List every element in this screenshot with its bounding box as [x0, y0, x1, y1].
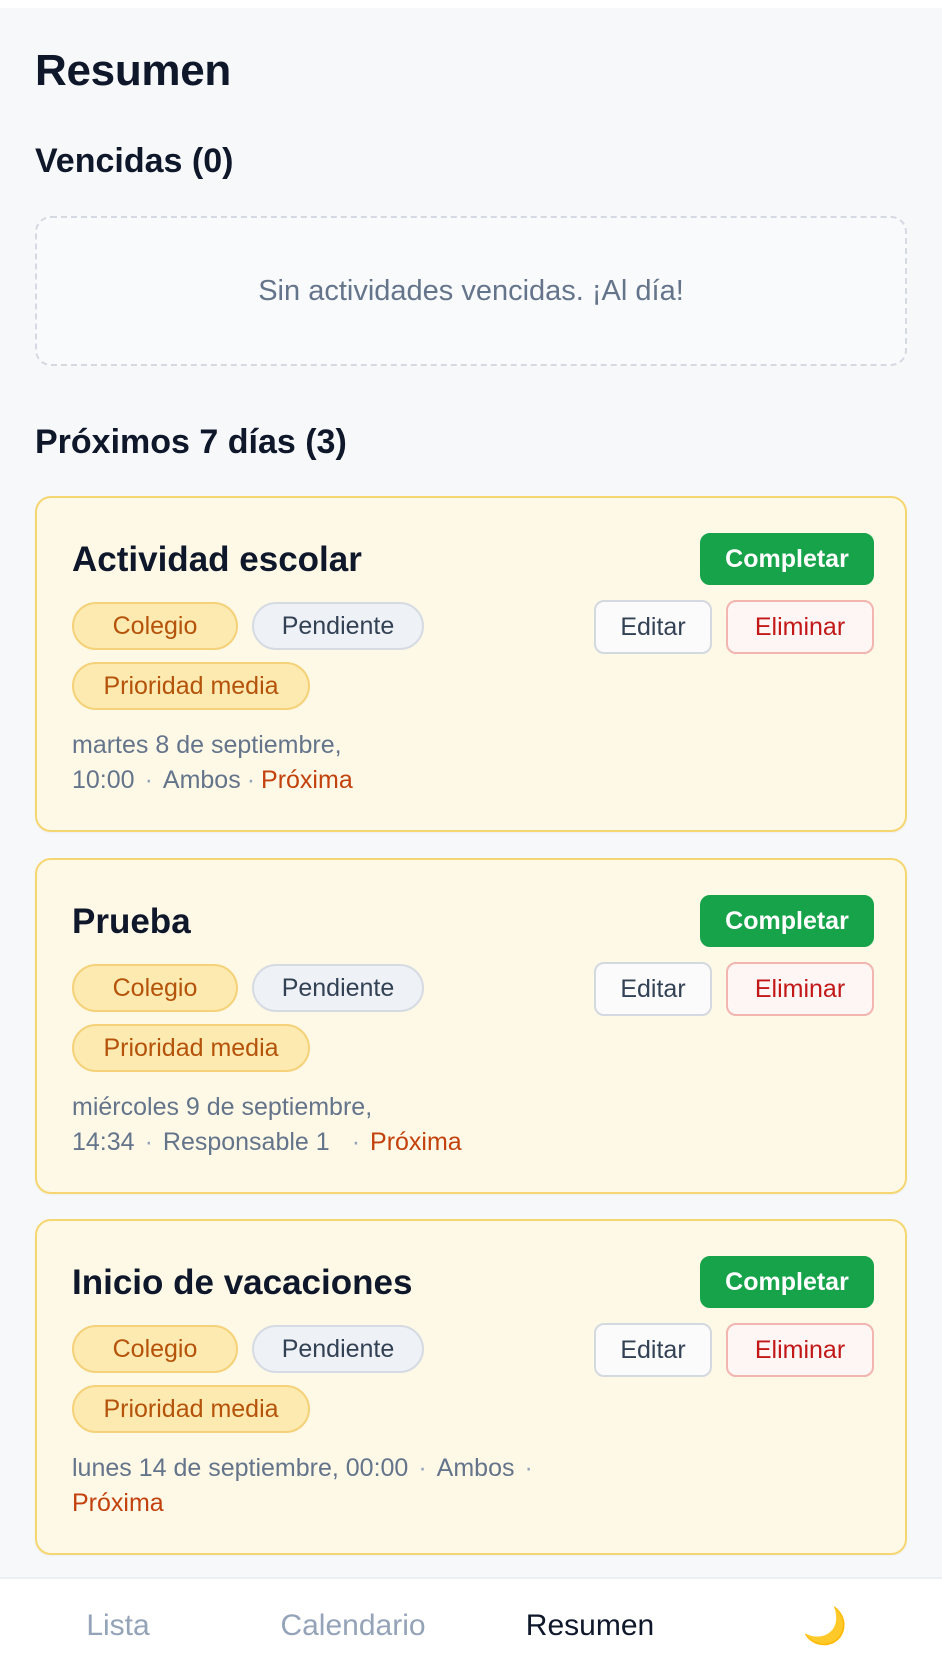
upcoming-count: (3): [305, 423, 347, 461]
edit-button[interactable]: Editar: [594, 962, 712, 1016]
next-tag: Próxima: [370, 1128, 462, 1156]
complete-button[interactable]: Completar: [700, 895, 874, 947]
category-chip: Colegio: [72, 602, 238, 650]
category-chip: Colegio: [72, 964, 238, 1012]
next-tag: Próxima: [72, 1489, 164, 1517]
status-chip: Pendiente: [252, 964, 424, 1012]
edit-button[interactable]: Editar: [594, 1323, 712, 1377]
activity-assignee: Responsable 1: [162, 1128, 330, 1156]
activity-title: Prueba: [72, 902, 191, 941]
activity-date: martes 8 de septiembre,: [72, 731, 342, 759]
activity-card: Prueba Completar Colegio Pendiente Edita…: [35, 858, 907, 1194]
separator: ·: [246, 766, 256, 794]
activity-meta: lunes 14 de septiembre, 00:00 · Ambos · Pró…: [72, 1451, 592, 1521]
overdue-empty-message: Sin actividades vencidas. ¡Al día!: [258, 274, 684, 307]
category-chip: Colegio: [72, 1325, 238, 1373]
separator: ·: [144, 766, 153, 794]
status-strip: [0, 0, 942, 8]
overdue-heading-label: Vencidas: [35, 142, 183, 180]
overdue-empty-state: Sin actividades vencidas. ¡Al día!: [35, 216, 907, 366]
separator: ·: [418, 1454, 427, 1482]
priority-chip: Prioridad media: [72, 662, 310, 710]
activity-assignee: Ambos: [436, 1454, 515, 1482]
overdue-heading: Vencidas (0): [35, 142, 233, 181]
activity-title: Actividad escolar: [72, 540, 362, 579]
activity-meta: martes 8 de septiembre, 10:00 · Ambos · Próx…: [72, 728, 592, 798]
next-tag: Próxima: [261, 766, 353, 794]
activity-assignee: Ambos: [162, 766, 241, 794]
activity-time: 14:34: [72, 1128, 135, 1156]
bottom-nav: Lista Calendario Resumen 🌙: [0, 1577, 942, 1670]
page-title: Resumen: [35, 46, 231, 95]
edit-button[interactable]: Editar: [594, 600, 712, 654]
separator: ·: [144, 1128, 153, 1156]
summary-screen: Resumen Vencidas (0) Sin actividades ven…: [0, 0, 942, 1670]
activity-card: Inicio de vacaciones Completar Colegio P…: [35, 1219, 907, 1555]
activity-date: miércoles 9 de septiembre,: [72, 1093, 373, 1121]
separator: ·: [524, 1454, 533, 1482]
nav-item-resumen[interactable]: Resumen: [510, 1579, 670, 1670]
status-chip: Pendiente: [252, 1325, 424, 1373]
status-chip: Pendiente: [252, 602, 424, 650]
upcoming-heading: Próximos 7 días (3): [35, 423, 347, 462]
delete-button[interactable]: Eliminar: [726, 962, 874, 1016]
activity-card: Actividad escolar Completar Colegio Pend…: [35, 496, 907, 832]
theme-toggle-button[interactable]: 🌙: [790, 1579, 860, 1670]
priority-chip: Prioridad media: [72, 1024, 310, 1072]
complete-button[interactable]: Completar: [700, 533, 874, 585]
nav-item-calendario[interactable]: Calendario: [268, 1579, 438, 1670]
activity-date: lunes 14 de septiembre, 00:00: [72, 1454, 409, 1482]
activity-title: Inicio de vacaciones: [72, 1263, 413, 1302]
activity-meta: miércoles 9 de septiembre, 14:34 · Respons…: [72, 1090, 592, 1160]
nav-item-lista[interactable]: Lista: [58, 1579, 178, 1670]
delete-button[interactable]: Eliminar: [726, 1323, 874, 1377]
overdue-count: (0): [191, 142, 234, 180]
complete-button[interactable]: Completar: [700, 1256, 874, 1308]
upcoming-heading-label: Próximos 7 días: [35, 423, 296, 461]
priority-chip: Prioridad media: [72, 1385, 310, 1433]
activity-time: 10:00: [72, 766, 135, 794]
separator: ·: [351, 1128, 361, 1156]
moon-icon: 🌙: [802, 1604, 848, 1646]
delete-button[interactable]: Eliminar: [726, 600, 874, 654]
